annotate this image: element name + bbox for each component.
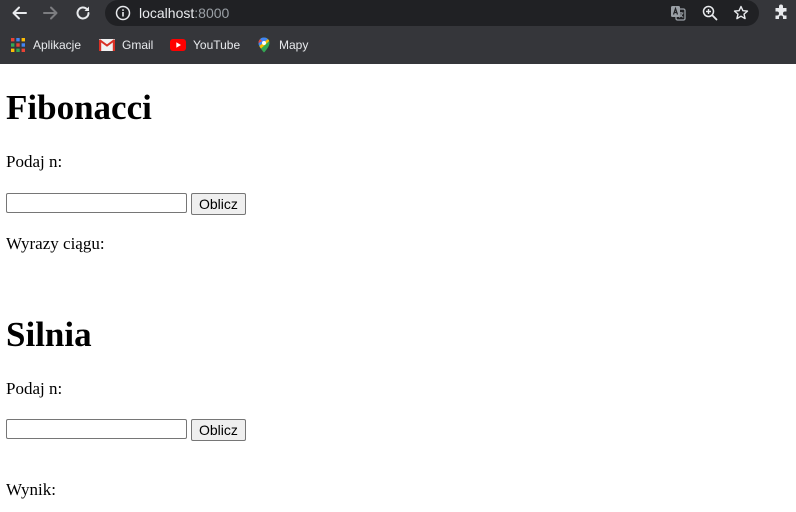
bookmark-label: Mapy bbox=[279, 38, 309, 52]
back-button[interactable] bbox=[8, 2, 30, 24]
fibonacci-n-input[interactable] bbox=[6, 193, 187, 213]
bookmark-label: YouTube bbox=[193, 38, 241, 52]
youtube-icon bbox=[170, 37, 186, 53]
browser-toolbar: localhost:8000 bbox=[0, 0, 796, 26]
bookmarks-bar: Aplikacje Gmail YouTube Mapy bbox=[0, 26, 796, 64]
translate-button[interactable] bbox=[669, 4, 687, 22]
address-bar[interactable]: localhost:8000 bbox=[105, 0, 759, 26]
apps-grid-icon bbox=[10, 37, 26, 53]
url-host: localhost bbox=[139, 5, 195, 21]
bookmark-apps[interactable]: Aplikacje bbox=[10, 36, 81, 54]
maps-pin-icon bbox=[256, 37, 272, 53]
gmail-icon bbox=[99, 37, 115, 53]
bookmark-gmail[interactable]: Gmail bbox=[99, 36, 153, 54]
translate-icon bbox=[671, 6, 686, 21]
extensions-icon[interactable] bbox=[772, 4, 790, 22]
page-content: Fibonacci Podaj n: Oblicz Wyrazy ciągu: … bbox=[0, 64, 796, 512]
bookmark-youtube[interactable]: YouTube bbox=[170, 36, 240, 54]
bookmark-maps[interactable]: Mapy bbox=[256, 36, 308, 54]
bookmark-star-button[interactable] bbox=[732, 4, 750, 22]
fibonacci-result-label: Wyrazy ciągu: bbox=[6, 234, 105, 253]
url-text[interactable]: localhost:8000 bbox=[139, 4, 229, 22]
reload-icon bbox=[76, 6, 90, 20]
zoom-icon bbox=[702, 5, 718, 21]
back-icon bbox=[12, 6, 27, 20]
zoom-button[interactable] bbox=[701, 4, 719, 22]
silnia-result-label: Wynik: bbox=[6, 480, 56, 499]
fibonacci-calculate-button[interactable]: Oblicz bbox=[191, 193, 246, 215]
url-port: :8000 bbox=[194, 5, 230, 21]
bookmark-label: Gmail bbox=[122, 38, 154, 52]
silnia-calculate-button[interactable]: Oblicz bbox=[191, 419, 246, 441]
forward-icon bbox=[43, 6, 58, 20]
silnia-prompt: Podaj n: bbox=[6, 379, 63, 398]
bookmark-label: Aplikacje bbox=[33, 38, 82, 52]
info-icon[interactable] bbox=[115, 5, 131, 21]
forward-button[interactable] bbox=[40, 2, 62, 24]
star-icon bbox=[733, 5, 749, 20]
reload-button[interactable] bbox=[72, 2, 94, 24]
fibonacci-prompt: Podaj n: bbox=[6, 152, 63, 171]
silnia-heading: Silnia bbox=[6, 315, 92, 354]
fibonacci-heading: Fibonacci bbox=[6, 88, 152, 127]
silnia-n-input[interactable] bbox=[6, 419, 187, 439]
